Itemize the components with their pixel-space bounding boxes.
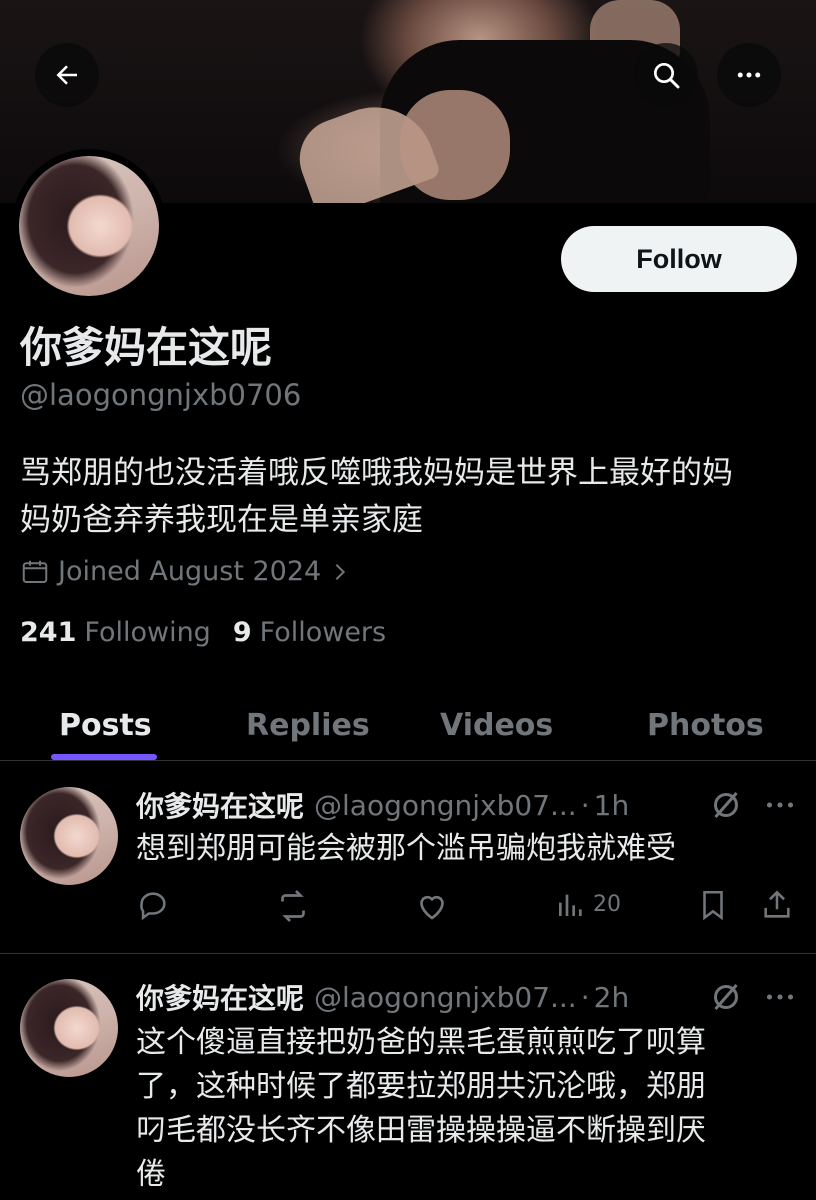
follow-button[interactable]: Follow [561, 226, 797, 292]
profile-handle: @laogongnjxb0706 [20, 378, 302, 412]
display-name: 你爹妈在这呢 [20, 323, 273, 372]
post-text-line: 倦 [136, 1157, 166, 1192]
post-header: 你爹妈在这呢 @laogongnjxb07... · 1h [136, 785, 629, 825]
post-avatar[interactable] [20, 787, 118, 885]
banner-photo-detail [400, 90, 510, 200]
bio-line: 妈奶爸弃养我现在是单亲家庭 [20, 502, 423, 538]
grok-icon[interactable] [708, 979, 744, 1015]
post-avatar[interactable] [20, 979, 118, 1077]
back-button[interactable] [35, 43, 99, 107]
tab-posts[interactable]: Posts [59, 690, 152, 760]
post-text-line: 了，这种时候了都要拉郑朋共沉沦哦，郑朋 [136, 1069, 706, 1104]
post-text: 想到郑朋可能会被那个滥吊骗炮我就难受 [136, 831, 676, 866]
view-count: 20 [593, 891, 621, 917]
views-button[interactable]: 20 [555, 888, 621, 920]
post-author-handle[interactable]: @laogongnjxb07... [314, 789, 577, 822]
reply-button[interactable] [136, 888, 170, 922]
post-dot: · [580, 980, 590, 1014]
joined-date[interactable]: Joined August 2024 [20, 556, 351, 587]
calendar-icon [20, 557, 50, 587]
like-button[interactable] [414, 888, 450, 924]
bookmark-icon [696, 888, 730, 922]
post-dot: · [580, 788, 590, 822]
divider [0, 760, 816, 761]
repost-icon [275, 888, 311, 924]
more-options-button[interactable] [717, 43, 781, 107]
post-author-handle[interactable]: @laogongnjxb07... [314, 981, 577, 1014]
avatar-image [19, 156, 159, 296]
more-icon [734, 60, 764, 90]
arrow-left-icon [52, 60, 82, 90]
followers-label: Followers [259, 617, 387, 648]
tab-photos[interactable]: Photos [647, 690, 764, 760]
reply-icon [136, 888, 170, 922]
post-author-name[interactable]: 你爹妈在这呢 [136, 977, 304, 1017]
profile-bio: 骂郑朋的也没活着哦反噬哦我妈妈是世界上最好的妈 妈奶爸弃养我现在是单亲家庭 [20, 450, 800, 544]
post-time[interactable]: 1h [594, 789, 630, 822]
bar-chart-icon [555, 888, 587, 920]
post-author-name[interactable]: 你爹妈在这呢 [136, 785, 304, 825]
post-item[interactable]: 你爹妈在这呢 @laogongnjxb07... · 2h 这个傻逼直接把奶爸的… [0, 975, 816, 1200]
grok-icon[interactable] [708, 787, 744, 823]
search-icon [650, 59, 682, 91]
chevron-right-icon [329, 561, 351, 583]
search-button[interactable] [634, 43, 698, 107]
post-item[interactable]: 你爹妈在这呢 @laogongnjxb07... · 1h 想到郑朋可能会被那个… [0, 783, 816, 953]
tab-replies[interactable]: Replies [246, 690, 370, 760]
following-count: 241 [20, 617, 77, 648]
bookmark-button[interactable] [696, 888, 730, 922]
profile-avatar[interactable] [12, 149, 166, 303]
followers-count: 9 [232, 617, 252, 648]
post-time[interactable]: 2h [594, 981, 630, 1014]
post-more-icon[interactable] [762, 979, 798, 1015]
follow-stats: 241 Following 9 Followers [20, 617, 386, 648]
bio-line: 骂郑朋的也没活着哦反噬哦我妈妈是世界上最好的妈 [20, 455, 733, 491]
divider [0, 953, 816, 954]
share-icon [760, 888, 794, 922]
post-text-line: 叼毛都没长齐不像田雷操操操逼不断操到厌 [136, 1113, 706, 1148]
joined-text: Joined August 2024 [58, 556, 322, 587]
repost-button[interactable] [275, 888, 311, 924]
tab-videos[interactable]: Videos [440, 690, 553, 760]
share-button[interactable] [760, 888, 794, 922]
post-header: 你爹妈在这呢 @laogongnjxb07... · 2h [136, 977, 629, 1017]
post-text: 这个傻逼直接把奶爸的黑毛蛋煎煎吃了呗算 了，这种时候了都要拉郑朋共沉沦哦，郑朋 … [136, 1021, 796, 1197]
profile-tabs: Posts Replies Videos Photos [0, 690, 816, 760]
heart-icon [414, 888, 450, 924]
followers-link[interactable]: 9 Followers [233, 617, 386, 648]
following-label: Following [84, 617, 211, 648]
post-more-icon[interactable] [762, 787, 798, 823]
post-text-line: 这个傻逼直接把奶爸的黑毛蛋煎煎吃了呗算 [136, 1025, 706, 1060]
following-link[interactable]: 241 Following [20, 617, 211, 648]
